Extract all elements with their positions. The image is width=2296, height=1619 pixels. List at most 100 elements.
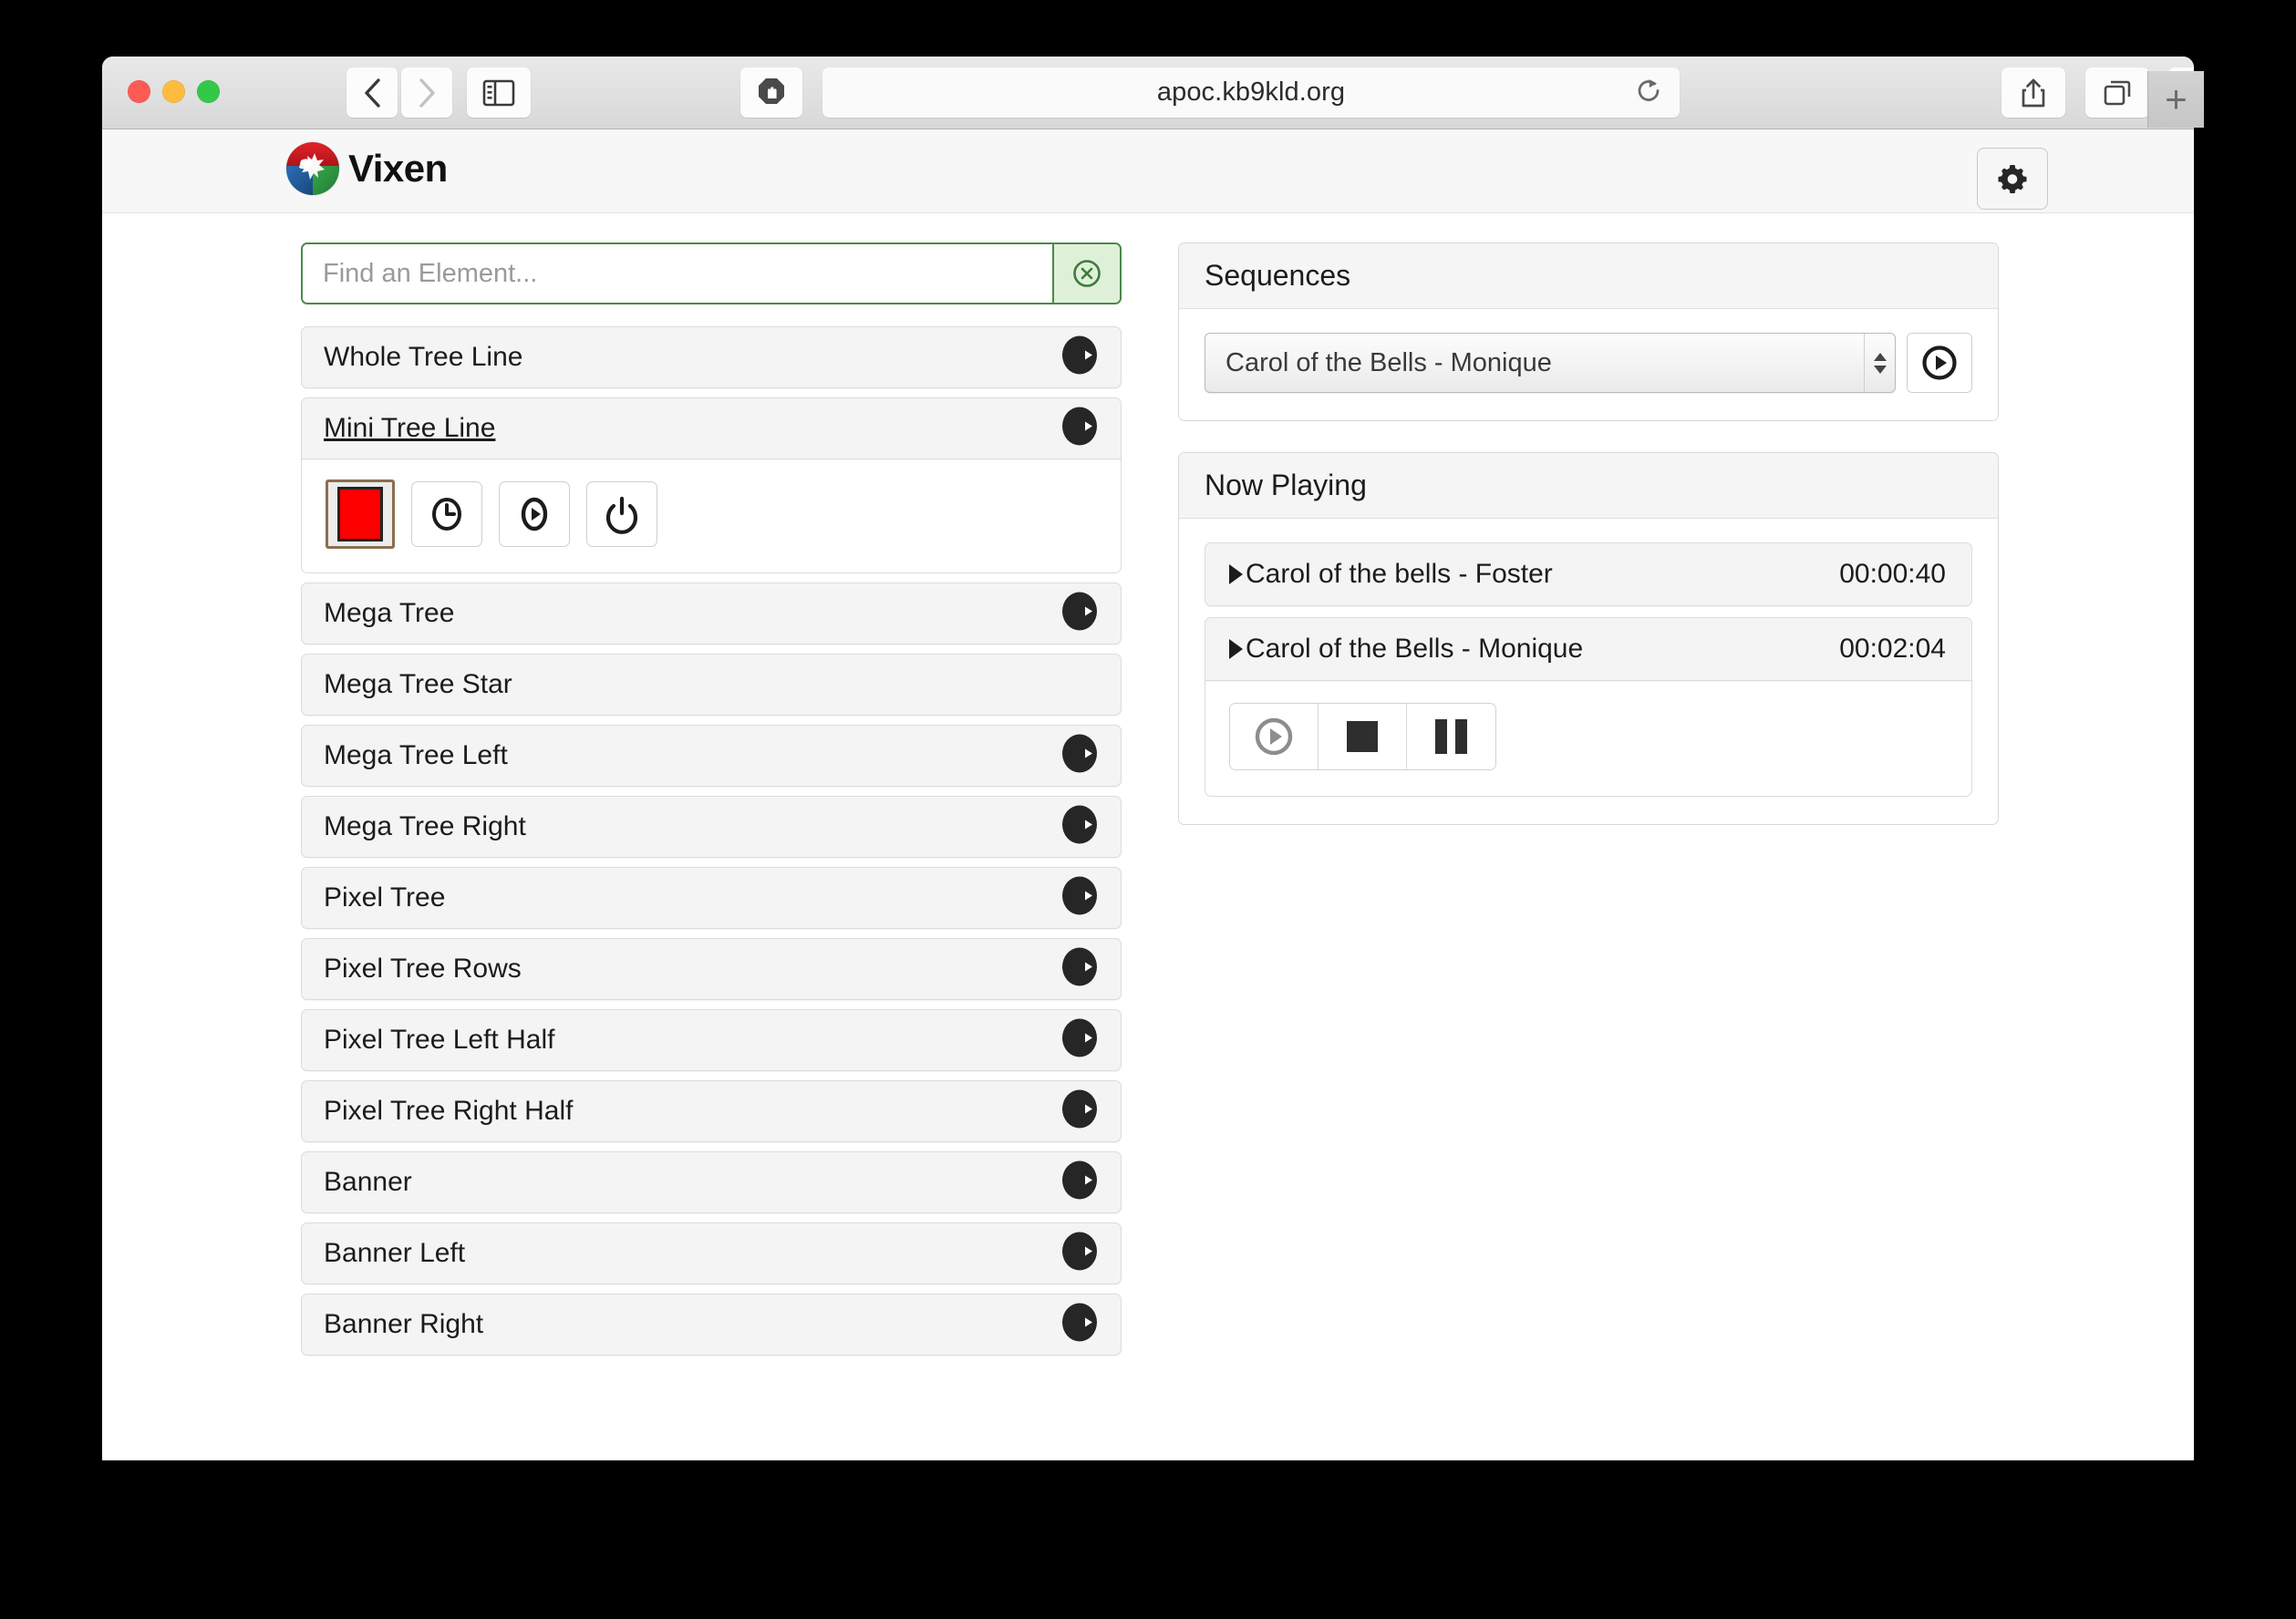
share-icon [2022,78,2045,107]
play-circle-icon [1255,717,1293,756]
arrow-right-circle-icon [1062,592,1097,631]
now-playing-list: Carol of the bells - Foster 00:00:40 Carol… [1205,542,1972,797]
arrow-right-circle-icon [1062,734,1097,773]
select-stepper-arrows[interactable] [1864,334,1895,392]
tab-overview-button[interactable] [2085,67,2149,118]
search-clear-button[interactable] [1052,244,1120,303]
element-row[interactable]: Mega Tree [301,583,1122,645]
clear-circle-x-icon [1073,260,1101,287]
back-button[interactable] [346,67,398,118]
now-playing-panel: Now Playing Carol of the bells - Foster 0… [1178,452,1999,825]
element-open-button[interactable] [1059,1160,1101,1206]
element-open-button[interactable] [1059,946,1101,993]
element-row[interactable]: Banner Left [301,1222,1122,1284]
arrow-right-circle-icon [1062,1089,1097,1129]
element-group: Pixel Tree Right Half [301,1080,1122,1142]
chevron-up-icon [1873,352,1887,361]
transport-button-group [1229,703,1496,770]
element-open-button[interactable] [1059,335,1101,381]
maximize-window-button[interactable] [197,80,220,103]
clock-icon [432,498,461,531]
element-label: Mega Tree Star [324,669,512,699]
element-row[interactable]: Mega Tree Left [301,725,1122,787]
arrow-right-circle-icon [1062,1018,1097,1057]
app-header: Vixen [102,129,2194,213]
caret-right-icon [1229,639,1243,659]
now-playing-item-time: 00:02:04 [1839,634,1946,664]
minimize-window-button[interactable] [162,80,185,103]
play-circle-button[interactable] [499,481,570,547]
now-playing-row[interactable]: Carol of the bells - Foster 00:00:40 [1205,542,1972,606]
element-search [301,242,1122,304]
chevron-down-icon [1873,365,1887,374]
element-open-button[interactable] [1059,875,1101,922]
app-body: Whole Tree Line Mini Tree Line Mega Tree Me… [102,213,2194,1459]
element-open-button[interactable] [1059,591,1101,637]
brand: Vixen [284,140,448,197]
address-bar[interactable]: apoc.kb9kld.org [822,67,1680,118]
element-row[interactable]: Mini Tree Line [301,397,1122,459]
element-row[interactable]: Mega Tree Right [301,796,1122,858]
power-button[interactable] [586,481,657,547]
new-tab-button[interactable]: + [2147,71,2204,128]
element-row[interactable]: Mega Tree Star [301,654,1122,716]
pause-button[interactable] [1407,704,1495,769]
element-label: Mega Tree Right [324,811,526,841]
element-row[interactable]: Pixel Tree Right Half [301,1080,1122,1142]
play-circle-button[interactable] [1230,704,1319,769]
share-button[interactable] [2001,67,2065,118]
element-row[interactable]: Pixel Tree Left Half [301,1009,1122,1071]
sequence-play-button[interactable] [1907,333,1972,393]
sidebar-toggle-button[interactable] [467,67,531,118]
element-label: Pixel Tree [324,882,446,913]
sequences-panel: Sequences Carol of the Bells - Monique [1178,242,1999,421]
arrow-right-circle-icon [1062,805,1097,844]
element-detail-panel [301,459,1122,573]
arrow-right-circle-icon [1062,1160,1097,1200]
vixen-globe-reindeer-logo [285,141,340,196]
clock-button[interactable] [411,481,482,547]
element-open-button[interactable] [1059,1088,1101,1135]
element-open-button[interactable] [1059,804,1101,851]
arrow-right-circle-icon [1062,1232,1097,1271]
element-label: Pixel Tree Rows [324,954,522,984]
element-row[interactable]: Pixel Tree Rows [301,938,1122,1000]
element-open-button[interactable] [1059,1017,1101,1064]
caret-right-icon [1229,564,1243,584]
settings-button[interactable] [1977,148,2048,210]
element-open-button[interactable] [1059,1231,1101,1277]
element-open-button[interactable] [1059,733,1101,779]
content-blocker-button[interactable] [740,67,802,118]
element-group: Pixel Tree Left Half [301,1009,1122,1071]
element-group: Pixel Tree Rows [301,938,1122,1000]
close-window-button[interactable] [128,80,150,103]
sequences-panel-body: Carol of the Bells - Monique [1179,309,1998,420]
stop-button[interactable] [1319,704,1407,769]
element-row[interactable]: Banner [301,1151,1122,1213]
arrow-right-circle-icon [1062,335,1097,375]
power-icon [605,496,638,534]
element-open-button[interactable] [1059,406,1101,452]
sequence-select[interactable]: Carol of the Bells - Monique [1205,333,1896,393]
element-group: Banner [301,1151,1122,1213]
color-chip [337,487,383,541]
play-circle-icon [521,497,548,531]
element-row[interactable]: Whole Tree Line [301,326,1122,388]
reload-button[interactable] [1634,76,1663,109]
now-playing-panel-body: Carol of the bells - Foster 00:00:40 Carol… [1179,519,1998,824]
element-label: Mega Tree [324,598,455,628]
forward-button[interactable] [401,67,452,118]
element-group: Mega Tree Right [301,796,1122,858]
window-traffic-lights [128,80,220,103]
now-playing-row[interactable]: Carol of the Bells - Monique 00:02:04 [1205,617,1972,681]
element-label: Pixel Tree Left Half [324,1025,555,1055]
color-picker-swatch[interactable] [326,480,395,549]
element-row[interactable]: Banner Right [301,1294,1122,1356]
search-input[interactable] [303,244,1052,303]
stop-icon [1347,721,1378,752]
tab-overview-icon [2104,80,2131,105]
element-row[interactable]: Pixel Tree [301,867,1122,929]
element-group: Whole Tree Line [301,326,1122,388]
element-group: Pixel Tree [301,867,1122,929]
element-open-button[interactable] [1059,1302,1101,1348]
